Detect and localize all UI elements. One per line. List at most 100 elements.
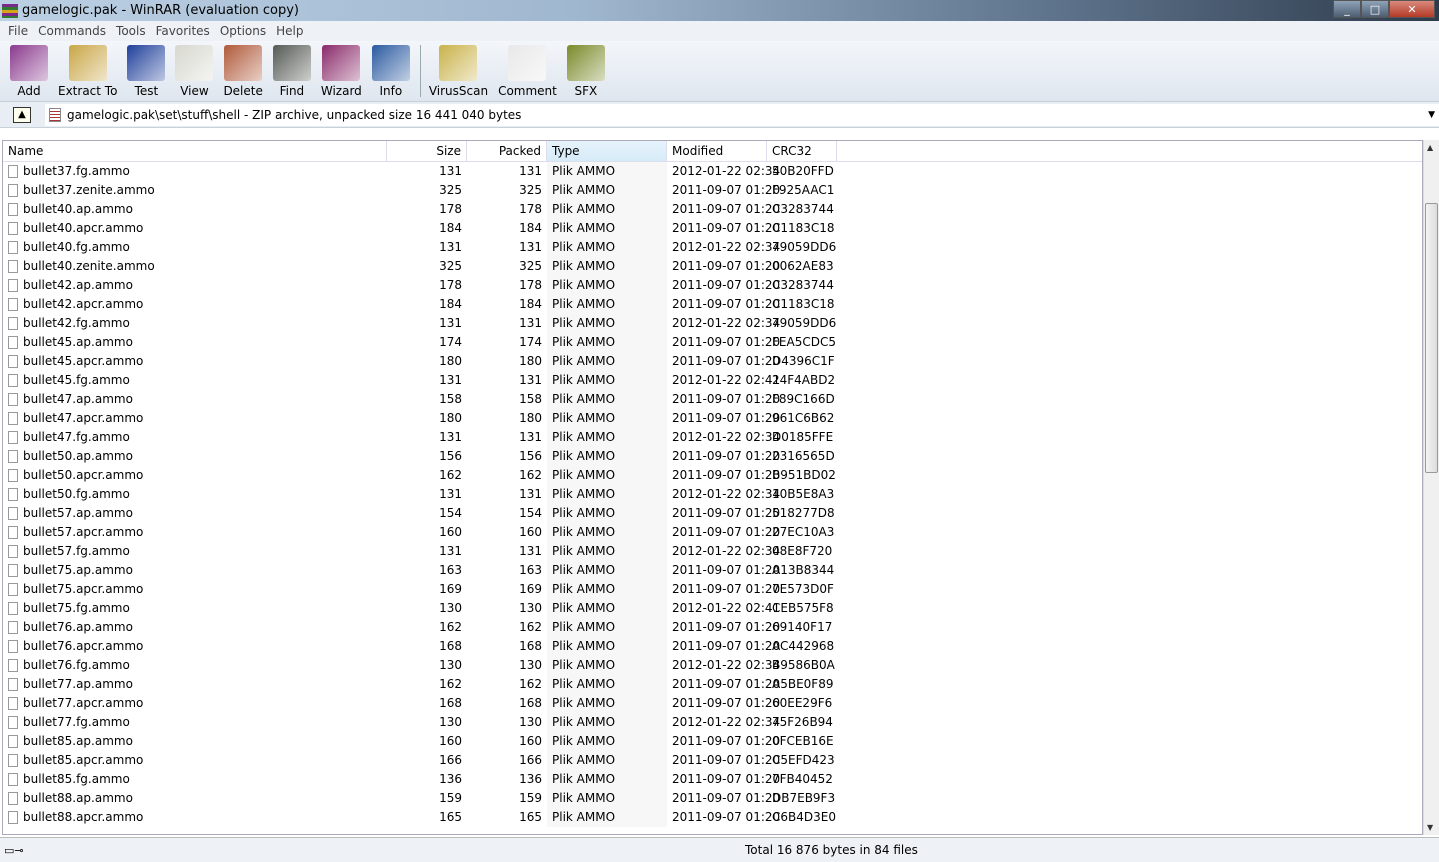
file-row[interactable]: bullet42.apcr.ammo 184 184 Plik AMMO 2011-09… xyxy=(3,295,1422,314)
file-name-text: bullet77.fg.ammo xyxy=(23,715,130,729)
file-name: bullet57.fg.ammo xyxy=(3,542,387,561)
menu-commands[interactable]: Commands xyxy=(38,24,106,38)
file-name-text: bullet45.ap.ammo xyxy=(23,335,133,349)
file-size: 178 xyxy=(439,278,462,292)
file-row[interactable]: bullet76.apcr.ammo 168 168 Plik AMMO 2011-09… xyxy=(3,637,1422,656)
add-label: Add xyxy=(17,84,41,98)
file-row[interactable]: bullet47.apcr.ammo 180 180 Plik AMMO 2011-09… xyxy=(3,409,1422,428)
file-row[interactable]: bullet37.fg.ammo 131 131 Plik AMMO 2012-01-2… xyxy=(3,162,1422,181)
file-row[interactable]: bullet88.apcr.ammo 165 165 Plik AMMO 2011-09… xyxy=(3,808,1422,827)
view-button[interactable]: View xyxy=(175,45,214,101)
sfx-icon xyxy=(566,45,605,81)
file-crc32: 50B20FFD xyxy=(772,164,834,178)
file-row[interactable]: bullet50.fg.ammo 131 131 Plik AMMO 2012-01-2… xyxy=(3,485,1422,504)
file-size: 131 xyxy=(439,373,462,387)
file-row[interactable]: bullet50.apcr.ammo 162 162 Plik AMMO 2011-09… xyxy=(3,466,1422,485)
close-button[interactable]: ✕ xyxy=(1389,0,1435,18)
file-name: bullet85.fg.ammo xyxy=(3,770,387,789)
file-packed: 169 xyxy=(519,582,542,596)
minimize-button[interactable]: _ xyxy=(1333,0,1361,18)
find-button[interactable]: Find xyxy=(272,45,311,101)
menu-tools[interactable]: Tools xyxy=(116,24,146,38)
up-folder-button[interactable]: ▲ xyxy=(13,106,31,123)
scroll-down-icon[interactable]: ▼ xyxy=(1427,823,1433,832)
file-crc32: 08E8F720 xyxy=(772,544,833,558)
file-list: Name Size Packed Type Modified CRC32 bul… xyxy=(2,140,1423,835)
virusscan-button[interactable]: VirusScan xyxy=(429,45,488,101)
file-row[interactable]: bullet47.fg.ammo 131 131 Plik AMMO 2012-01-2… xyxy=(3,428,1422,447)
file-row[interactable]: bullet75.fg.ammo 130 130 Plik AMMO 2012-01-2… xyxy=(3,599,1422,618)
file-row[interactable]: bullet47.ap.ammo 158 158 Plik AMMO 2011-09-0… xyxy=(3,390,1422,409)
vertical-scrollbar[interactable]: ▲ ▼ xyxy=(1423,140,1439,835)
file-row[interactable]: bullet50.ap.ammo 156 156 Plik AMMO 2011-09-0… xyxy=(3,447,1422,466)
file-row[interactable]: bullet76.fg.ammo 130 130 Plik AMMO 2012-01-2… xyxy=(3,656,1422,675)
file-row[interactable]: bullet57.ap.ammo 154 154 Plik AMMO 2011-09-0… xyxy=(3,504,1422,523)
extract-to-button[interactable]: Extract To xyxy=(58,45,117,101)
delete-label: Delete xyxy=(223,84,263,98)
file-row[interactable]: bullet40.ap.ammo 178 178 Plik AMMO 2011-09-0… xyxy=(3,200,1422,219)
file-icon xyxy=(8,735,18,748)
menu-help[interactable]: Help xyxy=(276,24,303,38)
file-row[interactable]: bullet77.apcr.ammo 168 168 Plik AMMO 2011-09… xyxy=(3,694,1422,713)
add-button[interactable]: Add xyxy=(10,45,48,101)
file-icon xyxy=(8,621,18,634)
file-row[interactable]: bullet85.fg.ammo 136 136 Plik AMMO 2011-09-0… xyxy=(3,770,1422,789)
file-row[interactable]: bullet42.ap.ammo 178 178 Plik AMMO 2011-09-0… xyxy=(3,276,1422,295)
file-row[interactable]: bullet88.ap.ammo 159 159 Plik AMMO 2011-09-0… xyxy=(3,789,1422,808)
file-row[interactable]: bullet57.apcr.ammo 160 160 Plik AMMO 2011-09… xyxy=(3,523,1422,542)
file-row[interactable]: bullet40.fg.ammo 131 131 Plik AMMO 2012-01-2… xyxy=(3,238,1422,257)
file-modified: 2011-09-07 01:20 xyxy=(672,734,781,748)
file-row[interactable]: bullet45.ap.ammo 174 174 Plik AMMO 2011-09-0… xyxy=(3,333,1422,352)
file-crc32: 60EE29F6 xyxy=(772,696,833,710)
info-button[interactable]: Info xyxy=(371,45,410,101)
file-crc32: C3283744 xyxy=(772,202,834,216)
column-header-type[interactable]: Type xyxy=(547,141,667,161)
chevron-down-icon[interactable]: ▼ xyxy=(1428,110,1435,120)
file-row[interactable]: bullet77.fg.ammo 130 130 Plik AMMO 2012-01-2… xyxy=(3,713,1422,732)
test-button[interactable]: Test xyxy=(127,45,166,101)
file-row[interactable]: bullet75.apcr.ammo 169 169 Plik AMMO 2011-09… xyxy=(3,580,1422,599)
file-name: bullet85.ap.ammo xyxy=(3,732,387,751)
file-row[interactable]: bullet37.zenite.ammo 325 325 Plik AMMO 2011-… xyxy=(3,181,1422,200)
scroll-up-icon[interactable]: ▲ xyxy=(1427,143,1433,152)
file-row[interactable]: bullet75.ap.ammo 163 163 Plik AMMO 2011-09-0… xyxy=(3,561,1422,580)
menu-favorites[interactable]: Favorites xyxy=(156,24,210,38)
column-header-name[interactable]: Name xyxy=(3,141,387,161)
column-header-modified[interactable]: Modified xyxy=(667,141,767,161)
column-header-packed[interactable]: Packed xyxy=(467,141,547,161)
file-row[interactable]: bullet85.apcr.ammo 166 166 Plik AMMO 2011-09… xyxy=(3,751,1422,770)
file-type: Plik AMMO xyxy=(547,751,667,770)
column-header-crc32[interactable]: CRC32 xyxy=(767,141,837,161)
file-name-text: bullet50.ap.ammo xyxy=(23,449,133,463)
file-size: 156 xyxy=(439,449,462,463)
maximize-button[interactable]: □ xyxy=(1361,0,1389,18)
file-row[interactable]: bullet57.fg.ammo 131 131 Plik AMMO 2012-01-2… xyxy=(3,542,1422,561)
scrollbar-thumb[interactable] xyxy=(1425,203,1438,473)
file-row[interactable]: bullet45.fg.ammo 131 131 Plik AMMO 2012-01-2… xyxy=(3,371,1422,390)
file-row[interactable]: bullet40.apcr.ammo 184 184 Plik AMMO 2011-09… xyxy=(3,219,1422,238)
file-row[interactable]: bullet76.ap.ammo 162 162 Plik AMMO 2011-09-0… xyxy=(3,618,1422,637)
file-packed: 156 xyxy=(519,449,542,463)
file-row[interactable]: bullet42.fg.ammo 131 131 Plik AMMO 2012-01-2… xyxy=(3,314,1422,333)
file-row[interactable]: bullet45.apcr.ammo 180 180 Plik AMMO 2011-09… xyxy=(3,352,1422,371)
sfx-button[interactable]: SFX xyxy=(566,45,605,101)
file-modified: 2011-09-07 01:20 xyxy=(672,278,781,292)
delete-button[interactable]: Delete xyxy=(223,45,263,101)
file-row[interactable]: bullet40.zenite.ammo 325 325 Plik AMMO 2011-… xyxy=(3,257,1422,276)
file-row[interactable]: bullet77.ap.ammo 162 162 Plik AMMO 2011-09-0… xyxy=(3,675,1422,694)
comment-button[interactable]: Comment xyxy=(498,45,557,101)
menu-options[interactable]: Options xyxy=(220,24,266,38)
file-name: bullet77.fg.ammo xyxy=(3,713,387,732)
file-modified: 2012-01-22 02:34 xyxy=(672,430,781,444)
file-modified: 2011-09-07 01:20 xyxy=(672,449,781,463)
address-field[interactable]: gamelogic.pak\set\stuff\shell - ZIP arch… xyxy=(45,103,1439,126)
column-header-size[interactable]: Size xyxy=(387,141,467,161)
file-size: 168 xyxy=(439,639,462,653)
winrar-app-icon[interactable] xyxy=(2,3,18,18)
wizard-button[interactable]: Wizard xyxy=(321,45,362,101)
file-size: 163 xyxy=(439,563,462,577)
file-name-text: bullet77.ap.ammo xyxy=(23,677,133,691)
file-row[interactable]: bullet85.ap.ammo 160 160 Plik AMMO 2011-09-0… xyxy=(3,732,1422,751)
file-name-text: bullet85.fg.ammo xyxy=(23,772,130,786)
menu-file[interactable]: File xyxy=(8,24,28,38)
